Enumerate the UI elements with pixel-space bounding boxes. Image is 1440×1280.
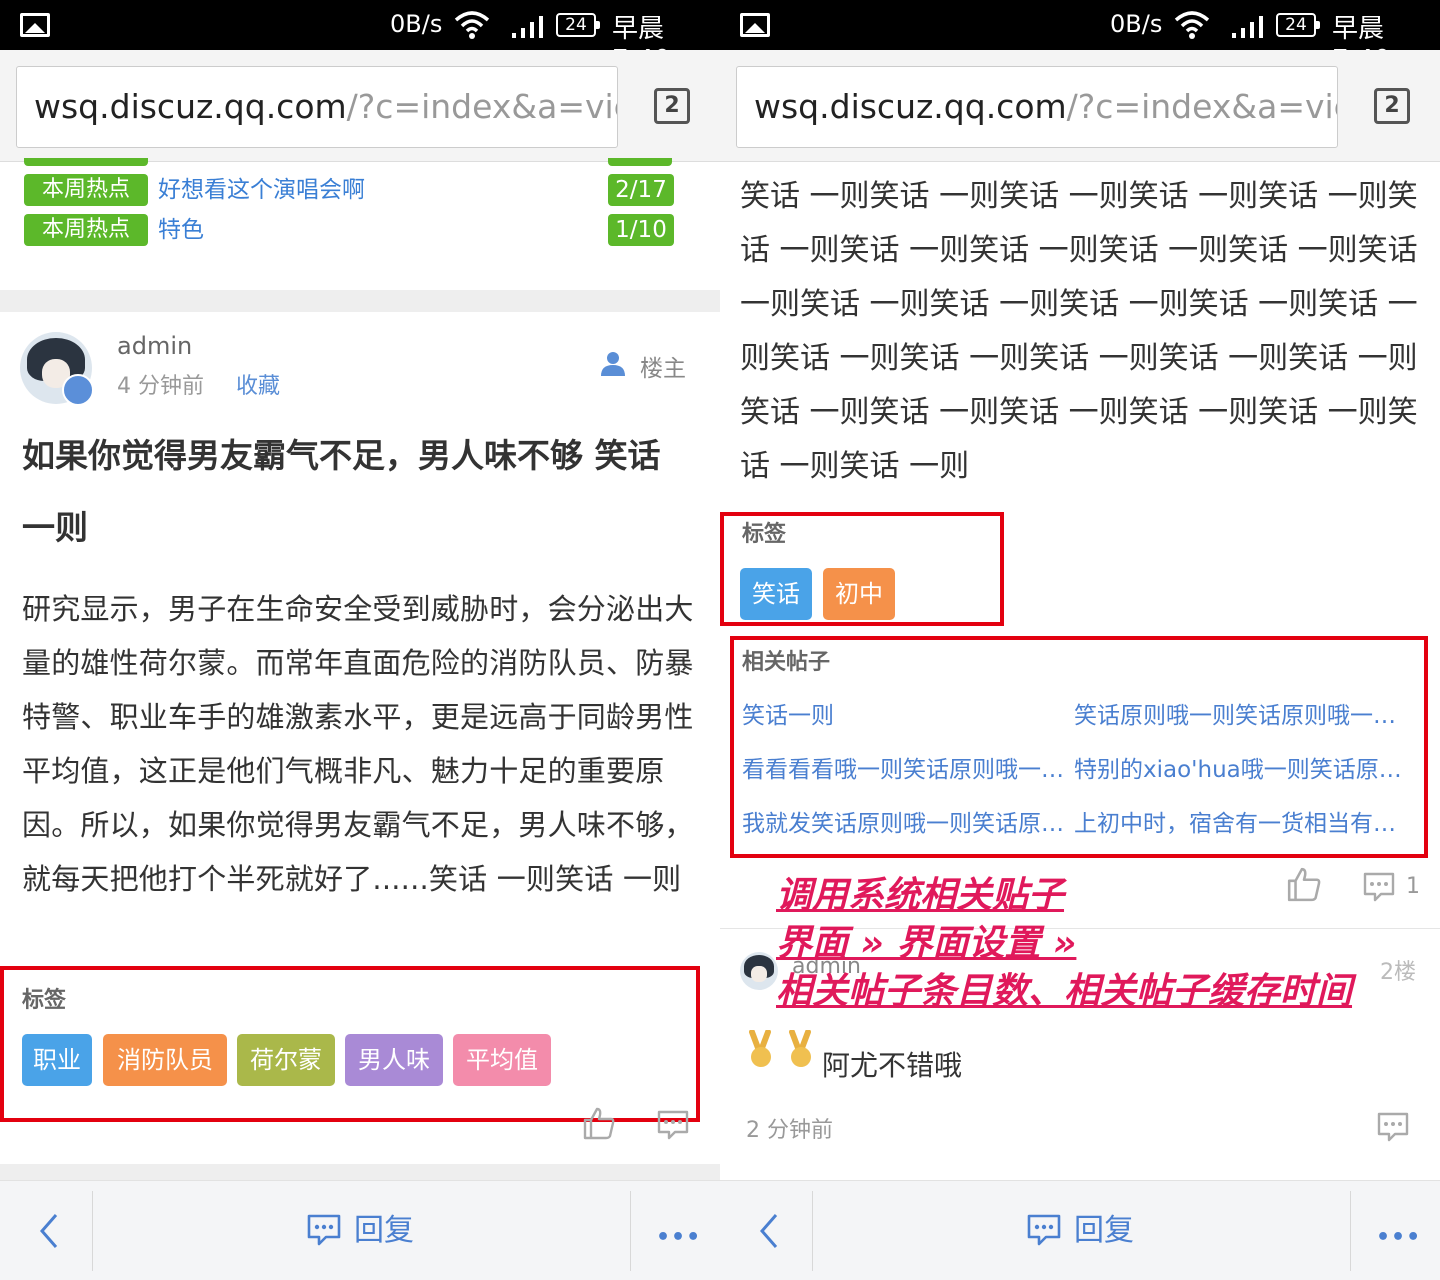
tab-count-button[interactable]: 2	[654, 88, 690, 124]
browser-url-bar: wsq.discuz.qq.com/?c=index&a=view 2	[0, 50, 720, 162]
related-posts-label: 相关帖子	[742, 650, 831, 675]
reply-content: 阿尤不错哦	[822, 1049, 963, 1082]
hot-topic-link[interactable]: 特色	[158, 214, 204, 246]
thread-owner-label: 楼主	[640, 356, 686, 382]
annotation-line-3: 相关帖子条目数、相关帖子缓存时间	[776, 971, 1353, 1012]
tab-count-button[interactable]: 2	[1374, 88, 1410, 124]
signal-icon	[512, 16, 543, 38]
wifi-icon	[454, 11, 490, 39]
reply-label: 回复	[1074, 1213, 1134, 1248]
network-speed: 0B/s	[390, 10, 443, 38]
related-post-link[interactable]: 我就发笑话原则哦一则笑话原则哦	[742, 804, 1072, 838]
hot-badge: 本周热点	[24, 174, 148, 206]
post-time: 4 分钟前	[117, 374, 204, 399]
related-post-link[interactable]: 看看看看哦一则笑话原则哦一则笑话	[742, 750, 1072, 784]
tag-junior-high[interactable]: 初中	[823, 568, 895, 620]
related-post-link[interactable]: 上初中时，宿舍有一货相当有意思	[1074, 804, 1404, 838]
more-button[interactable]: •••	[1376, 1225, 1421, 1250]
comment-icon[interactable]	[656, 1108, 690, 1142]
related-post-link[interactable]: 笑话原则哦一则笑话原则哦一则笑话	[1074, 696, 1404, 730]
url-field[interactable]: wsq.discuz.qq.com/?c=index&a=view	[16, 66, 618, 148]
reply-label: 回复	[354, 1213, 414, 1248]
favorite-link[interactable]: 收藏	[236, 368, 280, 400]
gallery-icon	[740, 13, 770, 37]
network-speed: 0B/s	[1110, 10, 1163, 38]
reply-icon	[1027, 1214, 1061, 1246]
hot-topic-row[interactable]: 本周热点 好想看这个演唱会啊 2/17	[24, 174, 674, 206]
hot-badge-partial	[24, 158, 148, 166]
wifi-icon	[1174, 11, 1210, 39]
url-path: /?c=index&a=view	[1066, 87, 1337, 126]
section-divider	[0, 1164, 720, 1180]
bottom-toolbar: 回复 •••	[720, 1180, 1440, 1280]
tag-firefighter[interactable]: 消防队员	[103, 1034, 227, 1086]
url-path: /?c=index&a=view	[346, 87, 617, 126]
like-icon[interactable]	[1286, 866, 1322, 902]
signal-icon	[1232, 16, 1263, 38]
status-bar: 0B/s 24 早晨7:40	[720, 0, 1440, 75]
reply-icon	[307, 1214, 341, 1246]
browser-url-bar: wsq.discuz.qq.com/?c=index&a=view 2	[720, 50, 1440, 162]
toolbar-divider	[812, 1191, 813, 1271]
hot-count-partial	[608, 158, 672, 166]
status-bar: 0B/s 24 早晨7:40	[0, 0, 720, 75]
url-host: wsq.discuz.qq.com	[754, 87, 1067, 126]
annotation-line-2: 界面 » 界面设置 »	[776, 923, 1077, 964]
gallery-icon	[20, 13, 50, 37]
hot-topic-link[interactable]: 好想看这个演唱会啊	[158, 174, 365, 206]
reply-floor: 2楼	[1380, 960, 1416, 985]
victory-hand-icon	[789, 1030, 811, 1067]
bottom-toolbar: 回复 •••	[0, 1180, 720, 1280]
toolbar-divider	[630, 1191, 631, 1271]
url-host: wsq.discuz.qq.com	[34, 87, 347, 126]
back-icon[interactable]	[32, 1209, 72, 1253]
post-title: 如果你觉得男友霸气不足，男人味不够 笑话 一则	[22, 436, 661, 547]
tag-joke[interactable]: 笑话	[740, 568, 812, 620]
hot-topics-list: 本周热点 好想看这个演唱会啊 2/17 本周热点 特色 1/10	[0, 158, 720, 290]
battery-icon: 24	[1276, 13, 1320, 37]
tag-hormone[interactable]: 荷尔蒙	[237, 1034, 335, 1086]
section-divider	[0, 290, 720, 312]
like-icon[interactable]	[582, 1106, 616, 1140]
comment-icon[interactable]	[1362, 870, 1396, 904]
related-post-link[interactable]: 笑话一则	[742, 696, 1072, 730]
victory-hand-icon	[749, 1030, 771, 1067]
hot-topic-row[interactable]: 本周热点 特色 1/10	[24, 214, 674, 246]
toolbar-divider	[92, 1191, 93, 1271]
user-icon	[601, 352, 625, 376]
post-body: 笑话 一则笑话 一则笑话 一则笑话 一则笑话 一则笑话 一则笑话 一则笑话 一则…	[740, 179, 1418, 484]
toolbar-divider	[1350, 1191, 1351, 1271]
left-screenshot: 0B/s 24 早晨7:40 wsq.discuz.qq.com/?c=inde…	[0, 0, 720, 1280]
right-screenshot: 0B/s 24 早晨7:40 wsq.discuz.qq.com/?c=inde…	[720, 0, 1440, 1280]
tags-label: 标签	[742, 522, 787, 547]
related-post-link[interactable]: 特别的xiao'hua哦一则笑话原则哦	[1074, 750, 1404, 784]
post-body: 研究显示，男子在生命安全受到威胁时，会分泌出大量的雄性荷尔蒙。而常年直面危险的消…	[22, 592, 694, 896]
hot-topic-count: 2/17	[608, 174, 674, 206]
battery-icon: 24	[556, 13, 600, 37]
tag-zhiye[interactable]: 职业	[22, 1034, 92, 1086]
hot-badge: 本周热点	[24, 214, 148, 246]
url-field[interactable]: wsq.discuz.qq.com/?c=index&a=view	[736, 66, 1338, 148]
tags-label: 标签	[22, 988, 67, 1013]
tag-masculinity[interactable]: 男人味	[345, 1034, 443, 1086]
reply-avatar[interactable]	[740, 952, 778, 990]
comment-count: 1	[1406, 874, 1420, 899]
post-author[interactable]: admin	[117, 332, 192, 360]
reply-time: 2 分钟前	[746, 1118, 833, 1143]
hot-topic-count: 1/10	[608, 214, 674, 246]
back-icon[interactable]	[752, 1209, 792, 1253]
user-badge-icon	[62, 374, 94, 406]
comment-icon[interactable]	[1376, 1110, 1410, 1144]
more-button[interactable]: •••	[656, 1225, 701, 1250]
annotation-line-1: 调用系统相关贴子	[776, 875, 1065, 916]
tag-average[interactable]: 平均值	[453, 1034, 551, 1086]
